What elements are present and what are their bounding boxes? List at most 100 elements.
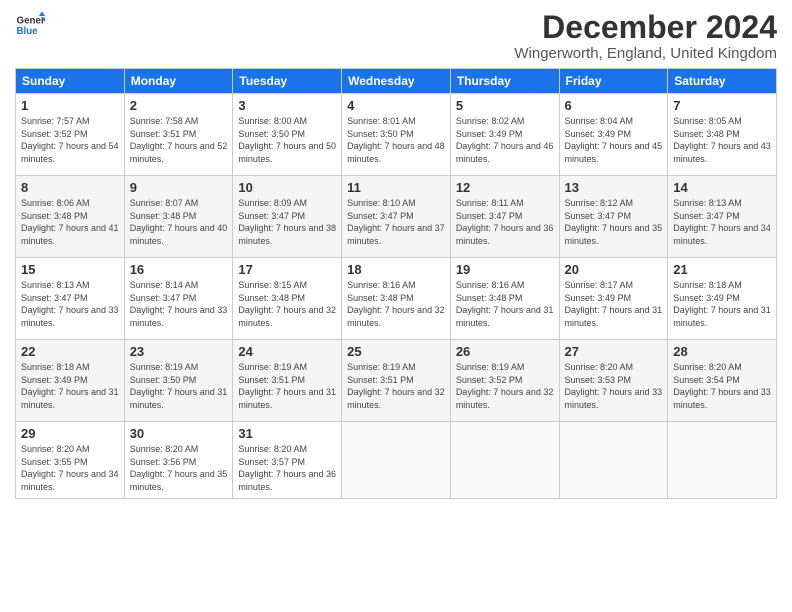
- header-saturday: Saturday: [668, 69, 777, 94]
- day-info: Sunrise: 8:09 AMSunset: 3:47 PMDaylight:…: [238, 197, 336, 247]
- calendar-cell: [342, 422, 451, 498]
- calendar-body: 1Sunrise: 7:57 AMSunset: 3:52 PMDaylight…: [16, 94, 777, 498]
- calendar-cell: 13Sunrise: 8:12 AMSunset: 3:47 PMDayligh…: [559, 176, 668, 258]
- calendar-cell: 10Sunrise: 8:09 AMSunset: 3:47 PMDayligh…: [233, 176, 342, 258]
- day-info: Sunrise: 8:13 AMSunset: 3:47 PMDaylight:…: [21, 279, 119, 329]
- day-number: 5: [456, 98, 554, 113]
- calendar-cell: 7 Sunrise: 8:05 AMSunset: 3:48 PMDaylight…: [668, 94, 777, 176]
- day-info: Sunrise: 8:20 AMSunset: 3:54 PMDaylight:…: [673, 361, 771, 411]
- svg-text:Blue: Blue: [17, 26, 39, 37]
- header-wednesday: Wednesday: [342, 69, 451, 94]
- calendar-row: 1Sunrise: 7:57 AMSunset: 3:52 PMDaylight…: [16, 94, 777, 176]
- calendar-header: Sunday Monday Tuesday Wednesday Thursday…: [16, 69, 777, 94]
- calendar-table: Sunday Monday Tuesday Wednesday Thursday…: [15, 68, 777, 498]
- calendar-cell: [559, 422, 668, 498]
- day-info: Sunrise: 8:20 AMSunset: 3:56 PMDaylight:…: [130, 443, 228, 493]
- title-block: December 2024 Wingerworth, England, Unit…: [514, 10, 777, 62]
- calendar-cell: 18 Sunrise: 8:16 AMSunset: 3:48 PMDayligh…: [342, 258, 451, 340]
- day-number: 21: [673, 262, 771, 277]
- day-number: 3: [238, 98, 336, 113]
- calendar-cell: 16Sunrise: 8:14 AMSunset: 3:47 PMDayligh…: [124, 258, 233, 340]
- day-number: 26: [456, 344, 554, 359]
- header-friday: Friday: [559, 69, 668, 94]
- day-number: 19: [456, 262, 554, 277]
- logo-icon: General Blue: [15, 10, 45, 40]
- header-monday: Monday: [124, 69, 233, 94]
- day-info: Sunrise: 8:10 AMSunset: 3:47 PMDaylight:…: [347, 197, 445, 247]
- day-info: Sunrise: 8:05 AMSunset: 3:48 PMDaylight:…: [673, 115, 771, 165]
- day-number: 7: [673, 98, 771, 113]
- day-info: Sunrise: 8:16 AMSunset: 3:48 PMDaylight:…: [347, 279, 445, 329]
- day-number: 29: [21, 426, 119, 441]
- day-info: Sunrise: 8:19 AMSunset: 3:51 PMDaylight:…: [347, 361, 445, 411]
- subtitle: Wingerworth, England, United Kingdom: [514, 45, 777, 62]
- day-info: Sunrise: 7:58 AMSunset: 3:51 PMDaylight:…: [130, 115, 228, 165]
- day-number: 31: [238, 426, 336, 441]
- calendar-cell: 9Sunrise: 8:07 AMSunset: 3:48 PMDaylight…: [124, 176, 233, 258]
- calendar-cell: 22 Sunrise: 8:18 AMSunset: 3:49 PMDayligh…: [16, 340, 125, 422]
- calendar-row: 22 Sunrise: 8:18 AMSunset: 3:49 PMDayligh…: [16, 340, 777, 422]
- calendar-cell: 21Sunrise: 8:18 AMSunset: 3:49 PMDayligh…: [668, 258, 777, 340]
- day-info: Sunrise: 8:18 AMSunset: 3:49 PMDaylight:…: [21, 361, 119, 411]
- day-number: 15: [21, 262, 119, 277]
- svg-text:General: General: [17, 16, 46, 27]
- day-number: 6: [565, 98, 663, 113]
- calendar-cell: 30 Sunrise: 8:20 AMSunset: 3:56 PMDayligh…: [124, 422, 233, 498]
- calendar-cell: 15 Sunrise: 8:13 AMSunset: 3:47 PMDayligh…: [16, 258, 125, 340]
- calendar-cell: 31Sunrise: 8:20 AMSunset: 3:57 PMDayligh…: [233, 422, 342, 498]
- day-info: Sunrise: 8:19 AMSunset: 3:50 PMDaylight:…: [130, 361, 228, 411]
- day-number: 12: [456, 180, 554, 195]
- day-number: 22: [21, 344, 119, 359]
- day-info: Sunrise: 8:19 AMSunset: 3:51 PMDaylight:…: [238, 361, 336, 411]
- day-number: 25: [347, 344, 445, 359]
- day-info: Sunrise: 8:16 AMSunset: 3:48 PMDaylight:…: [456, 279, 554, 329]
- calendar-row: 29 Sunrise: 8:20 AMSunset: 3:55 PMDayligh…: [16, 422, 777, 498]
- calendar-cell: 14 Sunrise: 8:13 AMSunset: 3:47 PMDayligh…: [668, 176, 777, 258]
- header-sunday: Sunday: [16, 69, 125, 94]
- header-tuesday: Tuesday: [233, 69, 342, 94]
- day-info: Sunrise: 8:13 AMSunset: 3:47 PMDaylight:…: [673, 197, 771, 247]
- day-info: Sunrise: 8:01 AMSunset: 3:50 PMDaylight:…: [347, 115, 445, 165]
- calendar-cell: 17Sunrise: 8:15 AMSunset: 3:48 PMDayligh…: [233, 258, 342, 340]
- day-number: 18: [347, 262, 445, 277]
- day-number: 11: [347, 180, 445, 195]
- calendar-cell: 25 Sunrise: 8:19 AMSunset: 3:51 PMDayligh…: [342, 340, 451, 422]
- day-number: 28: [673, 344, 771, 359]
- calendar-cell: 26 Sunrise: 8:19 AMSunset: 3:52 PMDayligh…: [450, 340, 559, 422]
- day-info: Sunrise: 8:06 AMSunset: 3:48 PMDaylight:…: [21, 197, 119, 247]
- day-info: Sunrise: 7:57 AMSunset: 3:52 PMDaylight:…: [21, 115, 119, 165]
- month-title: December 2024: [514, 10, 777, 45]
- calendar-cell: [668, 422, 777, 498]
- calendar-cell: 4Sunrise: 8:01 AMSunset: 3:50 PMDaylight…: [342, 94, 451, 176]
- calendar-cell: 1Sunrise: 7:57 AMSunset: 3:52 PMDaylight…: [16, 94, 125, 176]
- calendar-page: General Blue December 2024 Wingerworth, …: [0, 0, 792, 612]
- calendar-cell: 12 Sunrise: 8:11 AMSunset: 3:47 PMDayligh…: [450, 176, 559, 258]
- day-number: 2: [130, 98, 228, 113]
- calendar-cell: 5 Sunrise: 8:02 AMSunset: 3:49 PMDaylight…: [450, 94, 559, 176]
- day-info: Sunrise: 8:00 AMSunset: 3:50 PMDaylight:…: [238, 115, 336, 165]
- day-info: Sunrise: 8:15 AMSunset: 3:48 PMDaylight:…: [238, 279, 336, 329]
- day-number: 24: [238, 344, 336, 359]
- day-info: Sunrise: 8:11 AMSunset: 3:47 PMDaylight:…: [456, 197, 554, 247]
- day-number: 30: [130, 426, 228, 441]
- header-thursday: Thursday: [450, 69, 559, 94]
- calendar-cell: 29 Sunrise: 8:20 AMSunset: 3:55 PMDayligh…: [16, 422, 125, 498]
- day-info: Sunrise: 8:20 AMSunset: 3:55 PMDaylight:…: [21, 443, 119, 493]
- day-number: 27: [565, 344, 663, 359]
- calendar-cell: 11 Sunrise: 8:10 AMSunset: 3:47 PMDayligh…: [342, 176, 451, 258]
- day-info: Sunrise: 8:04 AMSunset: 3:49 PMDaylight:…: [565, 115, 663, 165]
- calendar-cell: 20 Sunrise: 8:17 AMSunset: 3:49 PMDayligh…: [559, 258, 668, 340]
- logo: General Blue: [15, 10, 45, 40]
- day-number: 20: [565, 262, 663, 277]
- calendar-cell: 8 Sunrise: 8:06 AMSunset: 3:48 PMDaylight…: [16, 176, 125, 258]
- day-number: 9: [130, 180, 228, 195]
- day-number: 16: [130, 262, 228, 277]
- day-info: Sunrise: 8:02 AMSunset: 3:49 PMDaylight:…: [456, 115, 554, 165]
- header: General Blue December 2024 Wingerworth, …: [15, 10, 777, 62]
- day-info: Sunrise: 8:19 AMSunset: 3:52 PMDaylight:…: [456, 361, 554, 411]
- day-info: Sunrise: 8:20 AMSunset: 3:53 PMDaylight:…: [565, 361, 663, 411]
- day-info: Sunrise: 8:17 AMSunset: 3:49 PMDaylight:…: [565, 279, 663, 329]
- day-number: 8: [21, 180, 119, 195]
- calendar-cell: 27 Sunrise: 8:20 AMSunset: 3:53 PMDayligh…: [559, 340, 668, 422]
- day-number: 14: [673, 180, 771, 195]
